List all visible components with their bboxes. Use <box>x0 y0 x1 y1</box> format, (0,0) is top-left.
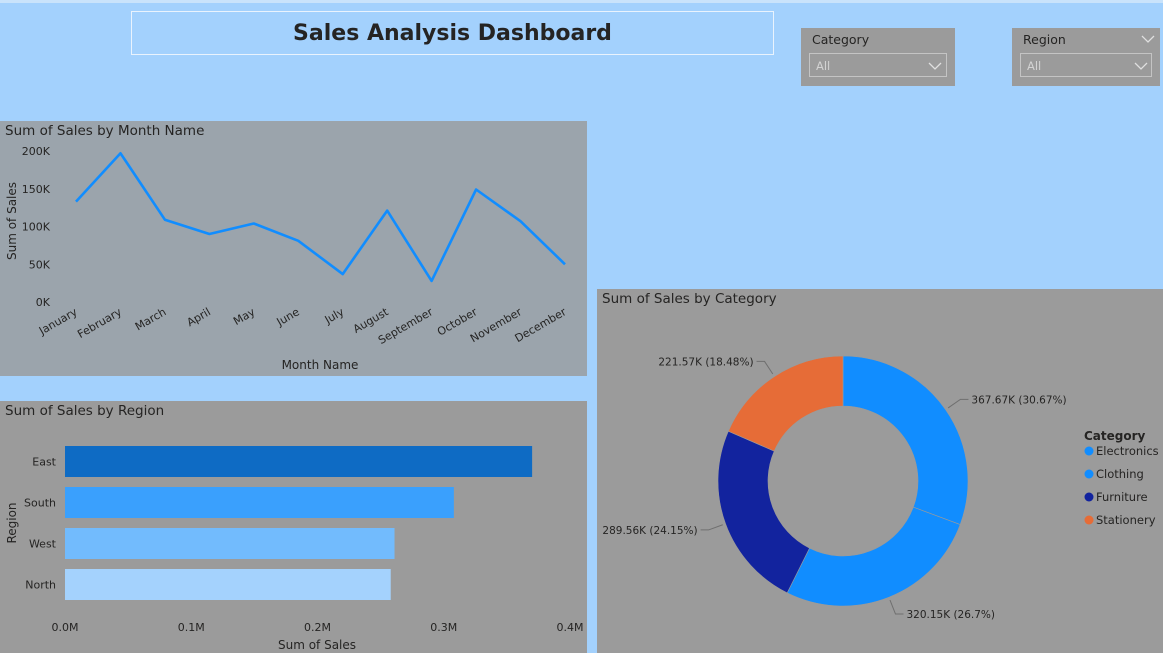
y-tick-label: 200K <box>22 145 51 158</box>
y-tick-label: 100K <box>22 221 51 234</box>
bar-north[interactable] <box>65 569 391 600</box>
line-series-sales <box>75 152 566 283</box>
sales-by-region-chart: EastSouthWestNorth 0.0M 0.1M 0.2M 0.3M 0.4M … <box>5 446 584 652</box>
leader-line <box>947 398 969 409</box>
bar-chart-xlabel: Sum of Sales <box>278 638 356 652</box>
slice-electronics[interactable] <box>842 355 969 525</box>
slice-furniture[interactable] <box>717 430 810 594</box>
sales-by-month-chart: 0K 50K 100K 150K 200K JanuaryFebruary March Ap… <box>5 145 569 372</box>
region-slicer-label: Region <box>1023 32 1066 47</box>
slice-stationery[interactable] <box>727 355 844 452</box>
leader-line <box>756 360 774 375</box>
leader-line <box>700 524 723 531</box>
data-label-clothing: 320.15K (26.7%) <box>906 609 995 621</box>
leader-line <box>889 599 904 615</box>
bar-south[interactable] <box>65 487 454 518</box>
bar-west[interactable] <box>65 528 395 559</box>
legend-marker-icon <box>1084 492 1094 502</box>
legend-title: Category <box>1084 429 1146 443</box>
legend-marker-icon <box>1084 469 1094 479</box>
dashboard-title-box: Sales Analysis Dashboard <box>131 11 774 55</box>
chevron-down-icon[interactable] <box>1141 34 1155 44</box>
category-label: North <box>25 579 56 592</box>
x-tick-label: January <box>36 305 80 338</box>
top-band <box>0 0 1163 3</box>
x-tick-label: July <box>322 305 347 327</box>
legend-item-clothing[interactable]: Clothing <box>1096 467 1144 481</box>
legend-item-furniture[interactable]: Furniture <box>1096 490 1148 504</box>
category-slicer-label: Category <box>812 32 870 47</box>
x-tick-label: 0.1M <box>178 621 205 634</box>
chevron-down-icon <box>1134 62 1148 70</box>
bar-chart-ylabel: Region <box>5 502 19 543</box>
region-dropdown[interactable]: All <box>1020 53 1152 77</box>
category-dropdown-value: All <box>816 59 831 73</box>
legend-marker-icon <box>1084 446 1094 456</box>
x-tick-label: June <box>274 305 302 329</box>
x-tick-label: February <box>75 305 124 341</box>
x-tick-label: 0.3M <box>430 621 457 634</box>
category-label: East <box>32 456 56 469</box>
line-chart-xlabel: Month Name <box>282 358 359 372</box>
legend-item-stationery[interactable]: Stationery <box>1096 513 1156 527</box>
data-label-electronics: 367.67K (30.67%) <box>971 394 1066 406</box>
legend-item-electronics[interactable]: Electronics <box>1096 444 1159 458</box>
line-chart-ylabel: Sum of Sales <box>5 182 19 260</box>
sales-by-category-chart: 367.67K (30.67%) 320.15K (26.7%) 289.56K (… <box>602 355 1159 621</box>
dashboard-title: Sales Analysis Dashboard <box>293 20 612 46</box>
category-label: South <box>24 497 56 510</box>
category-label: West <box>29 538 57 551</box>
x-tick-label: 0.2M <box>304 621 331 634</box>
bar-east[interactable] <box>65 446 533 477</box>
data-label-furniture: 289.56K (24.15%) <box>602 525 697 537</box>
x-tick-label: April <box>185 305 213 329</box>
data-label-stationery: 221.57K (18.48%) <box>658 356 753 368</box>
chevron-down-icon <box>928 62 942 70</box>
x-tick-label: March <box>133 305 169 333</box>
y-tick-label: 50K <box>29 258 51 271</box>
x-tick-label: May <box>231 305 258 328</box>
legend-marker-icon <box>1084 515 1094 525</box>
category-slicer[interactable]: Category All <box>801 28 955 86</box>
x-tick-label: 0.4M <box>557 621 584 634</box>
slice-clothing[interactable] <box>786 506 961 607</box>
sales-by-month-panel: Sum of Sales by Month Name 0K 50K 100K 150K… <box>0 121 587 376</box>
region-dropdown-value: All <box>1027 59 1042 73</box>
region-slicer[interactable]: Region All <box>1012 28 1160 86</box>
x-tick-label: December <box>513 305 569 345</box>
y-tick-label: 150K <box>22 183 51 196</box>
x-tick-label: 0.0M <box>52 621 79 634</box>
sales-by-category-panel: Sum of Sales by Category 367.67K (30.67%… <box>597 289 1163 653</box>
sales-by-region-panel: Sum of Sales by Region East South West Nort… <box>0 401 587 653</box>
category-dropdown[interactable]: All <box>809 53 947 77</box>
y-tick-label: 0K <box>36 296 51 309</box>
